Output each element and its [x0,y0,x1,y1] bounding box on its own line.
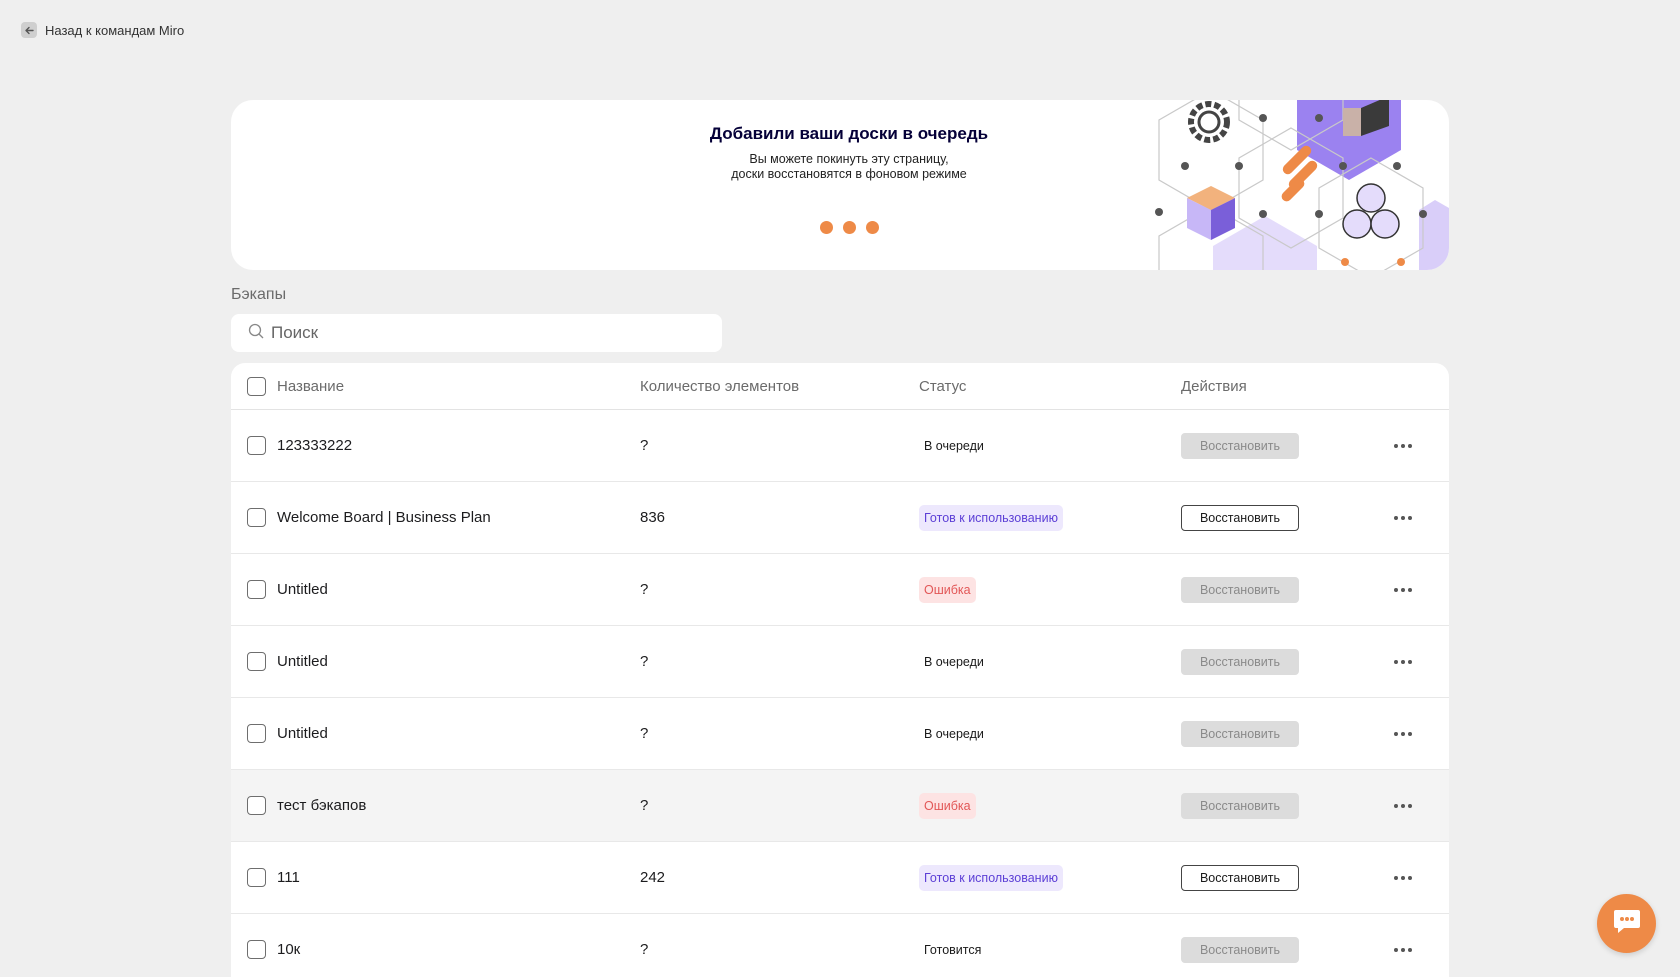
table-row[interactable]: 10к? Готовится Восстановить [231,914,1449,977]
table-row[interactable]: Untitled? В очереди Восстановить [231,626,1449,698]
row-checkbox[interactable] [247,436,266,455]
row-element-count: ? [640,653,649,670]
row-checkbox[interactable] [247,868,266,887]
status-badge: Готов к использованию [919,504,1063,531]
row-checkbox[interactable] [247,652,266,671]
restore-button[interactable]: Восстановить [1181,720,1299,747]
search-icon [248,323,264,344]
restore-button[interactable]: Восстановить [1181,792,1299,819]
row-element-count: ? [640,581,649,598]
more-options-icon[interactable] [1390,944,1416,956]
status-badge: Готовится [924,942,982,957]
row-element-count: 242 [640,869,666,886]
select-all-checkbox[interactable] [247,376,266,396]
row-name: Untitled [277,581,328,598]
row-checkbox[interactable] [247,796,266,815]
row-name: 123333222 [277,437,353,454]
loading-dot [842,221,856,234]
row-checkbox[interactable] [247,508,266,527]
restore-button[interactable]: Восстановить [1181,432,1299,459]
table-row[interactable]: Welcome Board | Business Plan 836 Готов к … [231,482,1449,554]
more-options-icon[interactable] [1390,440,1416,452]
restore-button[interactable]: Восстановить [1181,576,1299,603]
status-badge: В очереди [924,438,984,453]
more-options-icon[interactable] [1390,512,1416,524]
queue-banner: Добавили ваши доски в очередь Вы можете … [231,100,1449,270]
restore-button[interactable]: Восстановить [1181,864,1299,891]
column-header-count[interactable]: Количество элементов [640,363,799,409]
table-header: Название Количество элементов Статус Дей… [231,363,1449,410]
back-link-label: Назад к командам Miro [45,22,185,38]
row-element-count: ? [640,941,649,958]
row-name: Untitled [277,725,328,742]
row-checkbox[interactable] [247,580,266,599]
row-name: Welcome Board | Business Plan [277,509,491,526]
row-element-count: ? [640,797,649,814]
search-input[interactable] [271,323,711,343]
row-element-count: ? [640,725,649,742]
row-name: тест бэкапов [277,797,367,814]
more-options-icon[interactable] [1390,800,1416,812]
hexagon-illustration [1155,100,1449,270]
chat-icon [1612,907,1642,940]
status-badge: Готов к использованию [919,864,1063,891]
row-name: 10к [277,941,301,958]
search-box [231,314,722,352]
row-name: Untitled [277,653,328,670]
table-row[interactable]: Untitled? В очереди Восстановить [231,698,1449,770]
arrow-left-icon [21,22,37,38]
more-options-icon[interactable] [1390,728,1416,740]
table-row[interactable]: тест бэкапов? Ошибка Восстановить [231,770,1449,842]
status-badge: В очереди [924,654,984,669]
back-to-teams-link[interactable]: Назад к командам Miro [21,22,184,38]
column-header-name[interactable]: Название [277,363,344,409]
table-row[interactable]: Untitled? Ошибка Восстановить [231,554,1449,626]
backups-section-title: Бэкапы [231,286,287,303]
row-checkbox[interactable] [247,724,266,743]
backups-table: Название Количество элементов Статус Дей… [231,363,1449,977]
status-badge: Ошибка [919,576,976,603]
row-checkbox[interactable] [247,940,266,959]
restore-button[interactable]: Восстановить [1181,504,1299,531]
table-row[interactable]: 123333222? В очереди Восстановить [231,410,1449,482]
row-name: 111 [277,869,300,886]
column-header-status[interactable]: Статус [919,363,966,409]
column-header-actions: Действия [1181,377,1247,395]
more-options-icon[interactable] [1390,872,1416,884]
restore-button[interactable]: Восстановить [1181,936,1299,963]
more-options-icon[interactable] [1390,584,1416,596]
more-options-icon[interactable] [1390,656,1416,668]
loading-dot [865,221,879,234]
loading-dot [819,221,833,234]
status-badge: Ошибка [919,792,976,819]
chat-button[interactable] [1597,894,1656,953]
table-row[interactable]: 111 242 Готов к использованию Восстановить [231,842,1449,914]
row-element-count: ? [640,437,649,454]
row-element-count: 836 [640,509,666,526]
restore-button[interactable]: Восстановить [1181,648,1299,675]
status-badge: В очереди [924,726,984,741]
